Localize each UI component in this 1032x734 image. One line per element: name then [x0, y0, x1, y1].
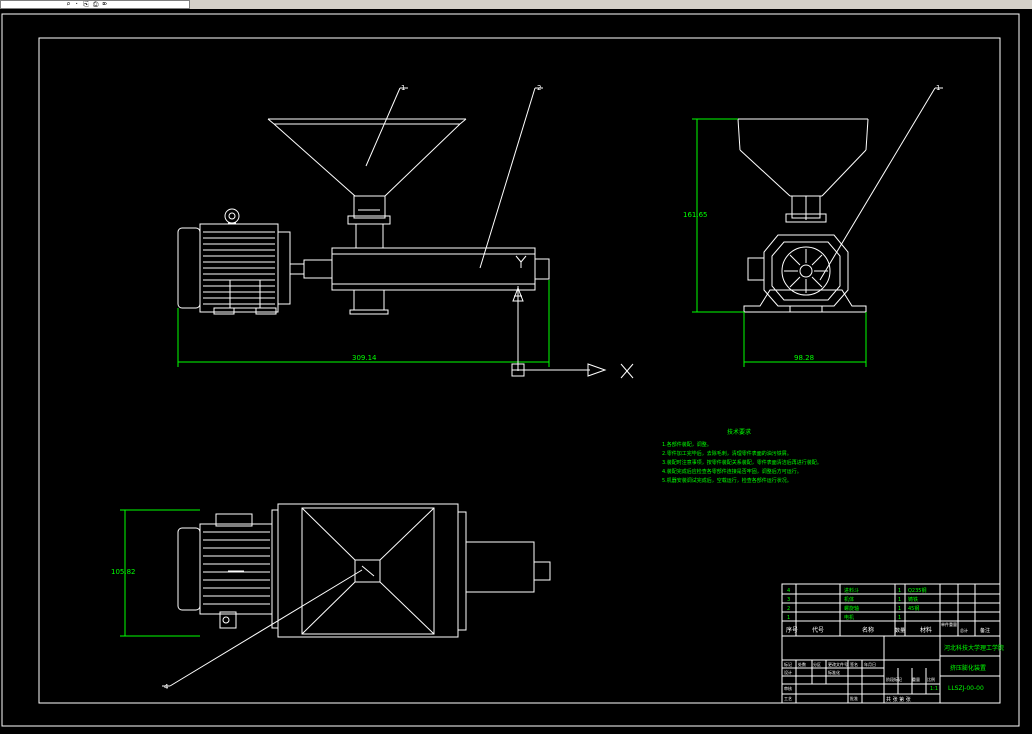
header-remark: 备注 [980, 627, 990, 634]
part-name: 进料斗 [844, 587, 859, 594]
note-line: 2.零件加工完毕后，去除毛刺，清理零件表面的油污铁屑。 [662, 450, 792, 457]
cad-canvas[interactable]: 309.14 161.65 98.28 105.82 1 2 1 4 技术要求 … [0, 9, 1032, 730]
sheet-count: 共 张 第 张 [886, 696, 911, 703]
part-no: 3 [787, 597, 790, 603]
balloon-1-side: 1 [936, 84, 940, 92]
tb-label: 标记 [784, 661, 792, 667]
address-field[interactable]: ⌕ · ⎘ ⎙ ⌦ [0, 0, 190, 9]
tb-label: 年月日 [864, 661, 876, 667]
front-view [177, 87, 634, 379]
part-qty: 1 [898, 597, 901, 603]
notes-title: 技术要求 [727, 428, 751, 436]
tb-design: 设计 [784, 669, 792, 675]
dim-width-front: 98.28 [794, 354, 814, 362]
tb-label: 分区 [813, 661, 821, 667]
note-line: 3.装配时注意事项，按零件装配关系装配，零件表面清洁后再进行装配。 [662, 459, 822, 466]
part-material: Q235钢 [908, 587, 926, 594]
balloon-1: 1 [401, 84, 405, 92]
part-material: 45钢 [908, 605, 919, 612]
side-view [692, 87, 943, 367]
drawing-name: 挤压膨化装置 [950, 664, 986, 672]
drawing-sheet: 309.14 161.65 98.28 105.82 1 2 1 4 技术要求 … [1, 13, 1020, 727]
dim-height: 161.65 [683, 211, 708, 219]
dim-overall-length: 309.14 [352, 354, 377, 362]
header-weight: 单件重量 [941, 621, 957, 627]
tb-approve: 批准 [850, 695, 858, 701]
header-material: 材料 [920, 626, 932, 634]
tb-label: 处数 [798, 661, 806, 667]
part-no: 4 [787, 588, 790, 594]
toolbar: ⌕ · ⎘ ⎙ ⌦ [0, 0, 1032, 9]
drawing-code: LLSZJ-00-00 [948, 685, 984, 692]
tb-process: 工艺 [784, 696, 792, 701]
balloon-2: 2 [537, 84, 541, 92]
tb-standard: 标准化 [828, 669, 840, 675]
balloon-4: 4 [164, 683, 169, 691]
note-line: 5.机器安装调试完成后，空载运行，检查各部件运行状况。 [662, 477, 792, 484]
dim-width-top: 105.82 [111, 568, 136, 576]
header-qty: 数量 [895, 627, 905, 634]
top-view [120, 503, 551, 687]
tb-weight: 重量 [912, 676, 920, 682]
sheet-outer-border [1, 13, 1020, 727]
note-line: 4.装配完成后应检查各零部件连接是否牢固，调整后方可运行。 [662, 468, 802, 475]
tb-label: 更改文件号 [828, 661, 848, 667]
drawing-scale: 1:1 [930, 686, 938, 692]
part-qty: 1 [898, 588, 901, 594]
tb-stage: 阶段标记 [886, 676, 902, 682]
header-no: 序号 [786, 626, 798, 634]
tb-label: 签名 [850, 661, 858, 667]
part-qty: 1 [898, 615, 901, 621]
part-name: 机体 [844, 596, 854, 603]
tb-ratio: 比例 [927, 676, 935, 682]
header-code: 代号 [812, 626, 824, 634]
header-total: 总计 [960, 627, 968, 633]
part-qty: 1 [898, 606, 901, 612]
part-name: 电机 [844, 614, 854, 621]
part-no: 1 [787, 615, 790, 621]
header-name: 名称 [862, 626, 874, 634]
part-no: 2 [787, 606, 790, 612]
part-material: 铸铁 [908, 596, 918, 603]
note-line: 1.各部件装配，调整。 [662, 441, 712, 448]
tb-review: 审核 [784, 685, 792, 691]
school-name: 河北科技大学理工学院 [944, 644, 1004, 652]
part-name: 螺旋轴 [844, 605, 859, 612]
